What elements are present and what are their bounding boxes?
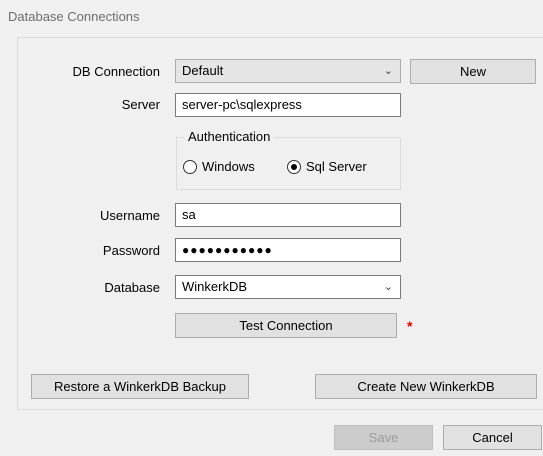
radio-windows-icon [183,159,197,174]
db-connection-select[interactable]: Default ⌄ [175,59,401,83]
database-value: WinkerkDB [182,279,248,294]
new-connection-button[interactable]: New [410,59,536,84]
cancel-button[interactable]: Cancel [443,425,542,450]
db-connection-value: Default [182,63,224,78]
database-label: Database [104,280,160,295]
auth-option-windows[interactable]: Windows [183,159,255,174]
window-title: Database Connections [8,9,140,24]
auth-option-windows-label: Windows [202,159,255,174]
db-connection-label: DB Connection [72,64,160,79]
server-label: Server [121,97,160,112]
restore-backup-button[interactable]: Restore a WinkerkDB Backup [31,374,249,399]
auth-option-sql-server-label: Sql Server [306,159,367,174]
chevron-down-icon: ⌄ [383,65,393,77]
database-select[interactable]: WinkerkDB ⌄ [175,275,401,299]
username-label: Username [100,208,160,223]
username-input[interactable]: sa [175,203,401,227]
authentication-group: Authentication Windows Sql Server [176,129,401,190]
server-input[interactable]: server-pc\sqlexpress [175,93,401,117]
create-new-db-button[interactable]: Create New WinkerkDB [315,374,537,399]
chevron-down-icon: ⌄ [383,281,393,293]
auth-option-sql-server[interactable]: Sql Server [287,159,367,174]
save-button[interactable]: Save [334,425,433,450]
authentication-group-title: Authentication [185,129,274,144]
password-label: Password [102,243,160,258]
test-connection-button[interactable]: Test Connection [175,313,397,338]
password-input[interactable]: ●●●●●●●●●●● [175,238,401,262]
required-marker: * [407,318,413,334]
radio-sql-server-icon [287,159,301,174]
